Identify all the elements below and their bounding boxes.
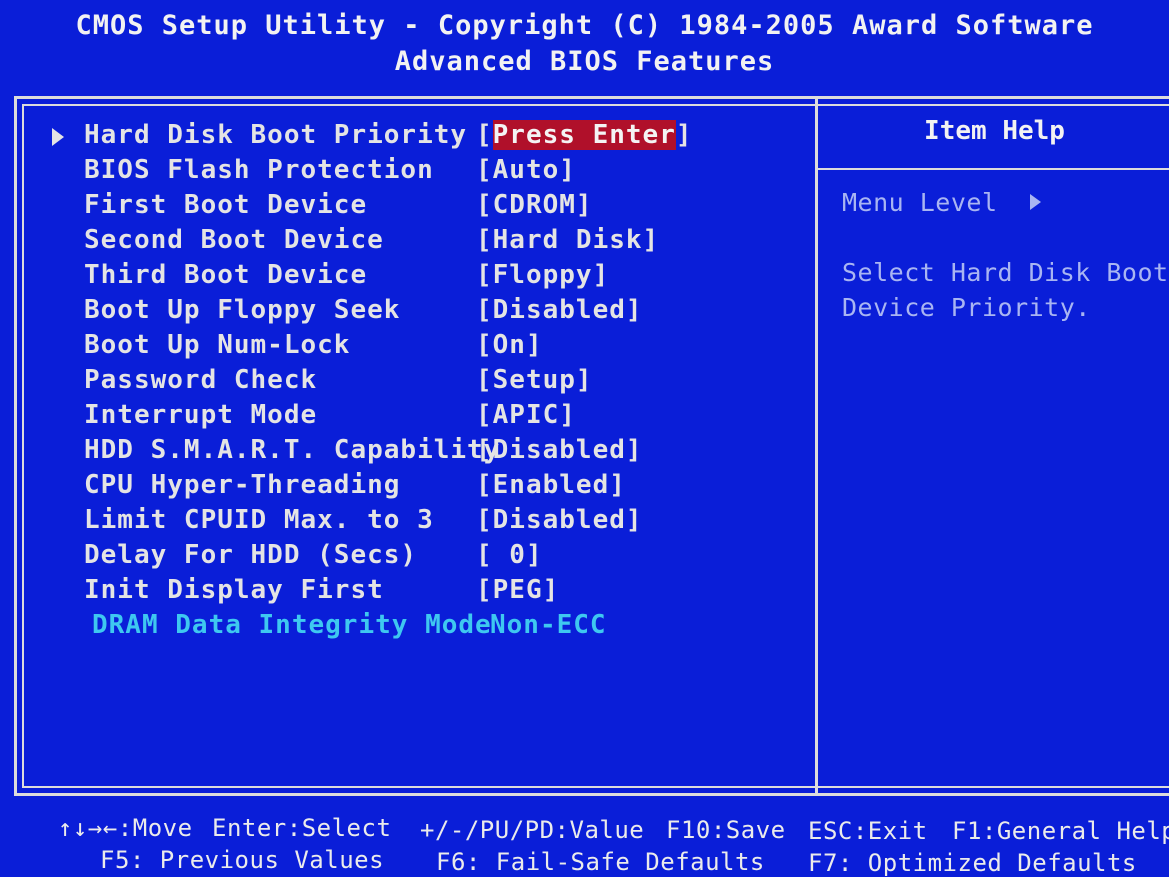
setting-label: Interrupt Mode [84, 400, 318, 430]
setting-label: Delay For HDD (Secs) [84, 540, 418, 570]
setting-boot-up-num-lock[interactable]: Boot Up Num-Lock [On] [84, 330, 542, 364]
item-help-title: Item Help [924, 116, 1065, 146]
footer-optimized-defaults-hint: F7: Optimized Defaults [808, 849, 1137, 877]
setting-bios-flash-protection[interactable]: BIOS Flash Protection [Auto] [84, 155, 575, 189]
setting-value[interactable]: [Hard Disk] [476, 225, 659, 255]
setting-value: Non-ECC [490, 610, 607, 640]
help-description-line1: Select Hard Disk Boot [842, 258, 1169, 287]
setting-label: Boot Up Num-Lock [84, 330, 351, 360]
setting-label: Boot Up Floppy Seek [84, 295, 401, 325]
setting-third-boot-device[interactable]: Third Boot Device [Floppy] [84, 260, 608, 294]
setting-second-boot-device[interactable]: Second Boot Device [Hard Disk] [84, 225, 658, 259]
setting-limit-cpuid[interactable]: Limit CPUID Max. to 3 [Disabled] [84, 505, 642, 539]
setting-label: Limit CPUID Max. to 3 [84, 505, 434, 535]
setting-label: BIOS Flash Protection [84, 155, 434, 185]
setting-hard-disk-boot-priority[interactable]: Hard Disk Boot Priority [Press Enter] [84, 120, 692, 154]
setting-label: DRAM Data Integrity Mode [92, 610, 492, 640]
setting-value[interactable]: [Disabled] [476, 435, 643, 465]
footer-save-hint: F10:Save [666, 816, 786, 844]
setting-value[interactable]: [Disabled] [476, 505, 643, 535]
help-divider [818, 168, 1169, 170]
setting-value[interactable]: [Enabled] [476, 470, 626, 500]
setting-value[interactable]: [Auto] [476, 155, 576, 185]
setting-label: First Boot Device [84, 190, 368, 220]
setting-password-check[interactable]: Password Check [Setup] [84, 365, 592, 399]
footer-select-hint: Enter:Select [212, 814, 392, 842]
setting-label: Second Boot Device [84, 225, 384, 255]
setting-value[interactable]: [PEG] [476, 575, 559, 605]
page-title: Advanced BIOS Features [394, 46, 775, 77]
setting-value[interactable]: [APIC] [476, 400, 576, 430]
footer-general-help-hint: F1:General Help [952, 817, 1169, 845]
setting-value[interactable]: [Press Enter] [476, 120, 693, 150]
setting-value[interactable]: [ 0] [476, 540, 543, 570]
footer-previous-values-hint: F5: Previous Values [100, 846, 385, 874]
setting-value[interactable]: [On] [476, 330, 543, 360]
setting-value[interactable]: [Floppy] [476, 260, 609, 290]
setting-label: HDD S.M.A.R.T. Capability [84, 435, 501, 465]
app-title: CMOS Setup Utility - Copyright (C) 1984-… [75, 10, 1094, 41]
setting-label: Init Display First [84, 575, 384, 605]
setting-label: Third Boot Device [84, 260, 368, 290]
footer-exit-hint: ESC:Exit [808, 817, 928, 845]
setting-label: Hard Disk Boot Priority [84, 120, 468, 150]
setting-hdd-smart-capability[interactable]: HDD S.M.A.R.T. Capability [Disabled] [84, 435, 642, 469]
footer-failsafe-defaults-hint: F6: Fail-Safe Defaults [436, 848, 765, 876]
setting-label: Password Check [84, 365, 318, 395]
menu-level-arrow-icon [1030, 194, 1041, 210]
setting-dram-data-integrity-mode: DRAM Data Integrity Mode Non-ECC [84, 610, 606, 644]
setting-init-display-first[interactable]: Init Display First [PEG] [84, 575, 558, 609]
panel-divider [815, 98, 818, 794]
setting-boot-up-floppy-seek[interactable]: Boot Up Floppy Seek [Disabled] [84, 295, 642, 329]
submenu-arrow-icon [52, 128, 64, 146]
selected-value[interactable]: Press Enter [492, 120, 676, 150]
setting-label: CPU Hyper-Threading [84, 470, 401, 500]
setting-value[interactable]: [CDROM] [476, 190, 593, 220]
setting-value[interactable]: [Setup] [476, 365, 593, 395]
setting-first-boot-device[interactable]: First Boot Device [CDROM] [84, 190, 592, 224]
setting-cpu-hyper-threading[interactable]: CPU Hyper-Threading [Enabled] [84, 470, 625, 504]
help-description-line2: Device Priority. [842, 293, 1091, 322]
setting-interrupt-mode[interactable]: Interrupt Mode [APIC] [84, 400, 575, 434]
footer-move-hint: ↑↓→←:Move [58, 814, 193, 842]
menu-level-label: Menu Level [842, 188, 998, 217]
setting-delay-for-hdd[interactable]: Delay For HDD (Secs) [ 0] [84, 540, 542, 574]
setting-value[interactable]: [Disabled] [476, 295, 643, 325]
footer-value-hint: +/-/PU/PD:Value [420, 816, 645, 844]
